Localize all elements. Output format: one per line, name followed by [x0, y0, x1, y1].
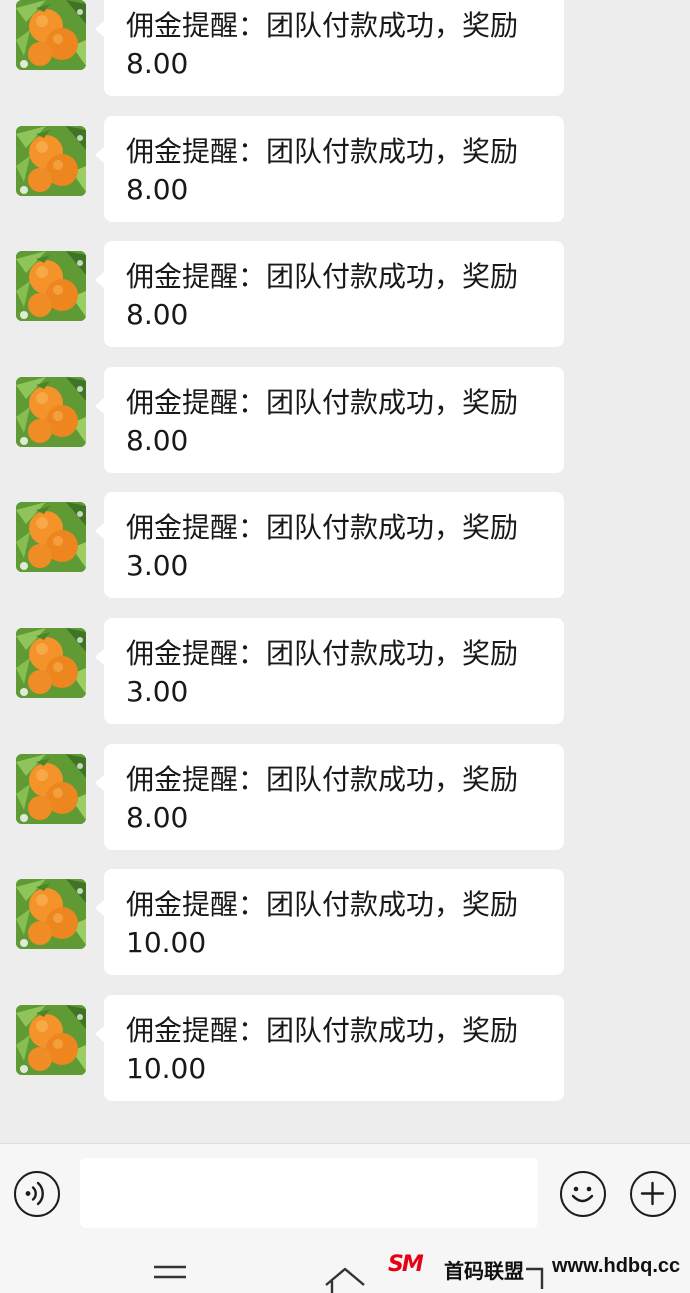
more-button[interactable]: [630, 1171, 676, 1217]
avatar-orange-fruit-avatar[interactable]: [16, 628, 86, 698]
input-bar: [0, 1143, 690, 1243]
message-bubble[interactable]: 佣金提醒：团队付款成功，奖励 8.00: [95, 0, 564, 96]
message-bubble[interactable]: 佣金提醒：团队付款成功，奖励 10.00: [95, 869, 564, 976]
message-text-line1: 佣金提醒：团队付款成功，奖励: [126, 511, 519, 545]
avatar-orange-fruit-avatar[interactable]: [16, 376, 86, 447]
message-text-line1: 佣金提醒：团队付款成功，奖励: [126, 637, 519, 670]
message-amount: 10.00: [126, 1051, 207, 1085]
orange-fruit-avatar-icon: [16, 125, 86, 196]
orange-fruit-avatar-icon: [16, 753, 86, 824]
message-bubble[interactable]: 佣金提醒：团队付款成功，奖励 8.00: [95, 115, 564, 222]
message-bubble[interactable]: 佣金提醒：团队付款成功，奖励 10.00: [95, 994, 564, 1101]
message-bubble[interactable]: 佣金提醒：团队付款成功，奖励 8.00: [95, 366, 564, 473]
message-bubble[interactable]: 佣金提醒：团队付款成功，奖励 3.00: [95, 618, 564, 724]
orange-fruit-avatar-icon: [16, 502, 86, 573]
message-text-line1: 佣金提醒：团队付款成功，奖励: [126, 9, 519, 42]
home-icon[interactable]: [322, 1263, 368, 1293]
avatar-orange-fruit-avatar[interactable]: [16, 753, 86, 824]
message-row: 佣金提醒：团队付款成功，奖励 3.00: [0, 492, 690, 618]
message-input[interactable]: [80, 1158, 538, 1228]
message-bubble[interactable]: 佣金提醒：团队付款成功，奖励 3.00: [95, 492, 564, 599]
message-row: 佣金提醒：团队付款成功，奖励 8.00: [0, 0, 690, 116]
message-row: 佣金提醒：团队付款成功，奖励 8.00: [0, 115, 690, 242]
avatar-orange-fruit-avatar[interactable]: [16, 125, 86, 196]
message-text-line1: 佣金提醒：团队付款成功，奖励: [126, 260, 519, 294]
avatar-orange-fruit-avatar[interactable]: [16, 502, 86, 573]
message-amount: 8.00: [126, 47, 189, 80]
emoji-button[interactable]: [560, 1171, 606, 1217]
message-text-line1: 佣金提醒：团队付款成功，奖励: [126, 762, 519, 796]
message-amount: 8.00: [126, 298, 189, 332]
message-amount: 8.00: [126, 800, 189, 834]
message-amount: 10.00: [126, 926, 207, 960]
watermark: SM 首码联盟 www.hdbq.cc: [388, 1252, 688, 1286]
avatar-orange-fruit-avatar[interactable]: [16, 879, 86, 950]
message-row: 佣金提醒：团队付款成功，奖励 8.00: [0, 366, 690, 493]
message-bubble[interactable]: 佣金提醒：团队付款成功，奖励 8.00: [95, 743, 564, 850]
orange-fruit-avatar-icon: [16, 879, 86, 950]
message-amount: 3.00: [126, 549, 189, 583]
message-amount: 3.00: [126, 675, 189, 708]
message-bubble[interactable]: 佣金提醒：团队付款成功，奖励 8.00: [95, 241, 564, 348]
watermark-text: 首码联盟: [444, 1259, 524, 1283]
orange-fruit-avatar-icon: [16, 628, 86, 698]
message-row: 佣金提醒：团队付款成功，奖励 3.00: [0, 618, 690, 744]
voice-icon: [25, 1181, 44, 1206]
avatar-orange-fruit-avatar[interactable]: [16, 0, 86, 70]
orange-fruit-avatar-icon: [16, 1004, 86, 1075]
message-row: 佣金提醒：团队付款成功，奖励 10.00: [0, 994, 690, 1121]
watermark-url: www.hdbq.cc: [552, 1255, 681, 1277]
orange-fruit-avatar-icon: [16, 0, 86, 70]
message-row: 佣金提醒：团队付款成功，奖励 8.00: [0, 743, 690, 870]
orange-fruit-avatar-icon: [16, 251, 86, 322]
message-text-line1: 佣金提醒：团队付款成功，奖励: [126, 385, 519, 419]
avatar-orange-fruit-avatar[interactable]: [16, 1004, 86, 1075]
message-row: 佣金提醒：团队付款成功，奖励 8.00: [0, 241, 690, 367]
message-row: 佣金提醒：团队付款成功，奖励 10.00: [0, 869, 690, 995]
watermark-logo: SM: [388, 1252, 424, 1277]
menu-icon[interactable]: [152, 1263, 188, 1289]
chat-message-list[interactable]: 佣金提醒：团队付款成功，奖励 8.00 佣金提醒：团队付款成功，奖励 8.00 …: [0, 0, 690, 1143]
message-text-line1: 佣金提醒：团队付款成功，奖励: [126, 888, 519, 922]
message-amount: 8.00: [126, 423, 189, 457]
message-amount: 8.00: [126, 172, 189, 206]
message-text-line1: 佣金提醒：团队付款成功，奖励: [126, 134, 519, 168]
voice-button[interactable]: [14, 1171, 60, 1217]
message-text-line1: 佣金提醒：团队付款成功，奖励: [126, 1013, 519, 1047]
plus-icon: [640, 1181, 665, 1206]
orange-fruit-avatar-icon: [16, 376, 86, 447]
avatar-orange-fruit-avatar[interactable]: [16, 251, 86, 322]
emoji-icon: [571, 1186, 594, 1203]
